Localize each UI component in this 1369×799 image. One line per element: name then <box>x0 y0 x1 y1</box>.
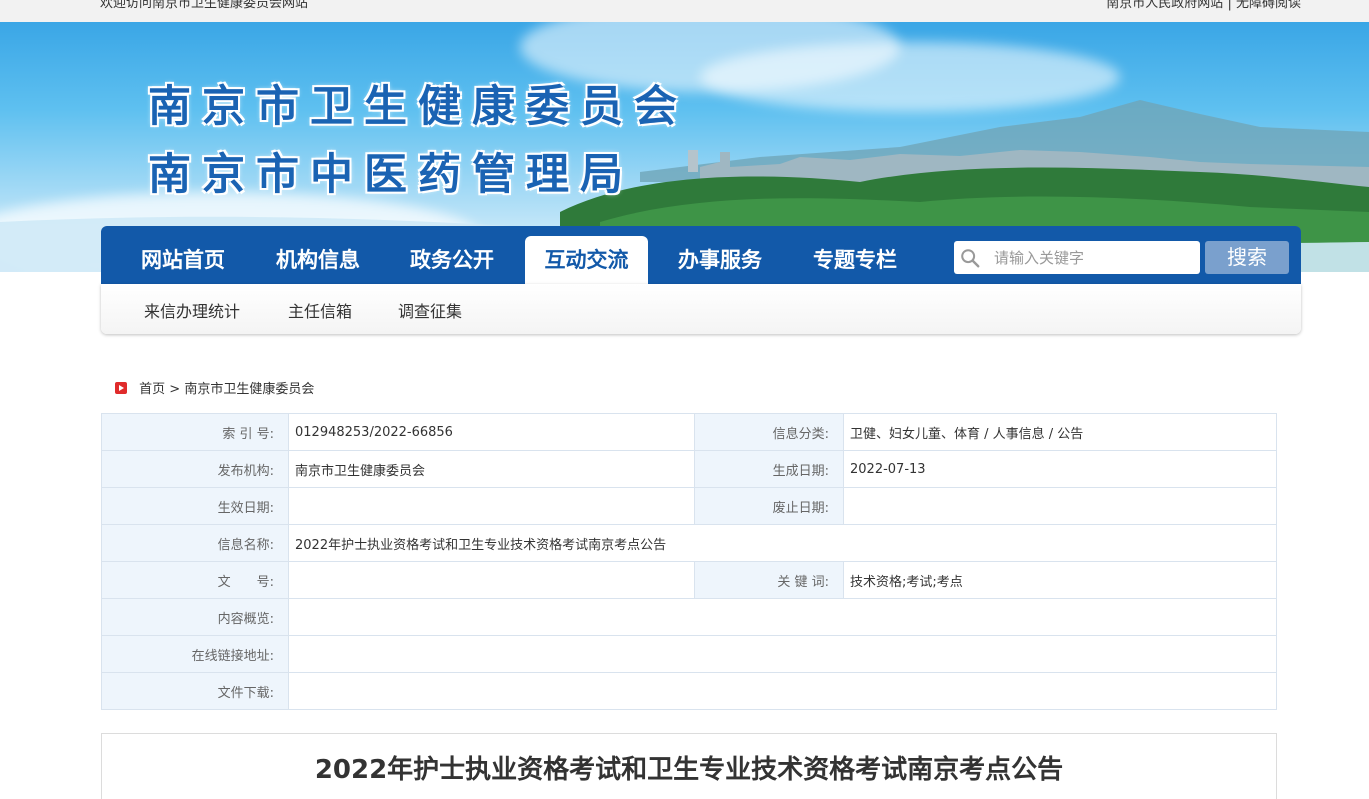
search-input[interactable] <box>994 245 1194 270</box>
meta-value <box>288 487 695 525</box>
meta-value: 012948253/2022-66856 <box>288 413 695 451</box>
top-bar: 欢迎访问南京市卫生健康委员会网站 南京市人民政府网站 | 无障碍阅读 <box>0 0 1369 22</box>
nav-item-home[interactable]: 网站首页 <box>121 226 245 284</box>
breadcrumb-home-link[interactable]: 首页 <box>139 382 165 397</box>
info-meta-table: 索 引 号: 012948253/2022-66856 信息分类: 卫健、妇女儿… <box>101 413 1277 710</box>
table-row: 发布机构: 南京市卫生健康委员会 生成日期: 2022-07-13 <box>101 450 1277 488</box>
location-icon <box>115 382 127 394</box>
table-row: 信息名称: 2022年护士执业资格考试和卫生专业技术资格考试南京考点公告 <box>101 524 1277 562</box>
meta-value: 2022-07-13 <box>843 450 1277 488</box>
article-title: 2022年护士执业资格考试和卫生专业技术资格考试南京考点公告 <box>314 755 1064 785</box>
table-row: 索 引 号: 012948253/2022-66856 信息分类: 卫健、妇女儿… <box>101 413 1277 451</box>
table-row: 内容概览: <box>101 598 1277 636</box>
meta-label: 生效日期: <box>101 487 289 525</box>
nav-item-interaction[interactable]: 互动交流 <box>525 236 648 284</box>
nav-item-organization[interactable]: 机构信息 <box>256 226 380 284</box>
meta-label: 发布机构: <box>101 450 289 488</box>
meta-value: 技术资格;考试;考点 <box>843 561 1277 599</box>
accessible-reading-link[interactable]: 无障碍阅读 <box>1236 0 1301 11</box>
search-button[interactable]: 搜索 <box>1205 241 1289 274</box>
breadcrumb: 首页 > 南京市卫生健康委员会 <box>115 378 314 397</box>
gov-site-link[interactable]: 南京市人民政府网站 <box>1106 0 1223 11</box>
meta-label: 索 引 号: <box>101 413 289 451</box>
nav-item-services[interactable]: 办事服务 <box>658 226 782 284</box>
meta-value: 南京市卫生健康委员会 <box>288 450 695 488</box>
site-title-line2: 南京市中医药管理局 <box>148 150 634 200</box>
meta-label: 废止日期: <box>694 487 844 525</box>
nav-item-topics[interactable]: 专题专栏 <box>793 226 917 284</box>
meta-value[interactable] <box>288 635 1277 673</box>
breadcrumb-current-link[interactable]: 南京市卫生健康委员会 <box>184 382 314 397</box>
top-links: 南京市人民政府网站 | 无障碍阅读 <box>1106 0 1301 11</box>
meta-label: 生成日期: <box>694 450 844 488</box>
site-title-line1: 南京市卫生健康委员会 <box>148 82 688 132</box>
table-row: 文件下载: <box>101 672 1277 710</box>
subnav-item-survey[interactable]: 调查征集 <box>398 298 462 322</box>
meta-label: 文 号: <box>101 561 289 599</box>
meta-value <box>288 561 695 599</box>
table-row: 在线链接地址: <box>101 635 1277 673</box>
meta-value[interactable] <box>288 672 1277 710</box>
nav-item-government-affairs[interactable]: 政务公开 <box>390 226 514 284</box>
table-row: 文 号: 关 键 词: 技术资格;考试;考点 <box>101 561 1277 599</box>
meta-value <box>288 598 1277 636</box>
main-nav: 网站首页 机构信息 政务公开 互动交流 办事服务 专题专栏 搜索 <box>101 226 1301 284</box>
subnav-item-director-mailbox[interactable]: 主任信箱 <box>288 298 352 322</box>
subnav-item-letter-stats[interactable]: 来信办理统计 <box>144 298 240 322</box>
welcome-text: 欢迎访问南京市卫生健康委员会网站 <box>100 0 309 11</box>
article-container: 2022年护士执业资格考试和卫生专业技术资格考试南京考点公告 <box>101 733 1277 799</box>
meta-label: 信息名称: <box>101 524 289 562</box>
meta-label: 信息分类: <box>694 413 844 451</box>
sub-nav: 来信办理统计 主任信箱 调查征集 <box>101 284 1301 334</box>
meta-value: 卫健、妇女儿童、体育 / 人事信息 / 公告 <box>843 413 1277 451</box>
meta-label: 关 键 词: <box>694 561 844 599</box>
meta-value: 2022年护士执业资格考试和卫生专业技术资格考试南京考点公告 <box>288 524 1277 562</box>
search-icon <box>961 249 980 268</box>
meta-label: 文件下载: <box>101 672 289 710</box>
search-box <box>954 241 1200 274</box>
breadcrumb-separator: > <box>169 382 181 397</box>
top-links-separator: | <box>1227 0 1232 11</box>
meta-label: 内容概览: <box>101 598 289 636</box>
table-row: 生效日期: 废止日期: <box>101 487 1277 525</box>
meta-value <box>843 487 1277 525</box>
meta-label: 在线链接地址: <box>101 635 289 673</box>
